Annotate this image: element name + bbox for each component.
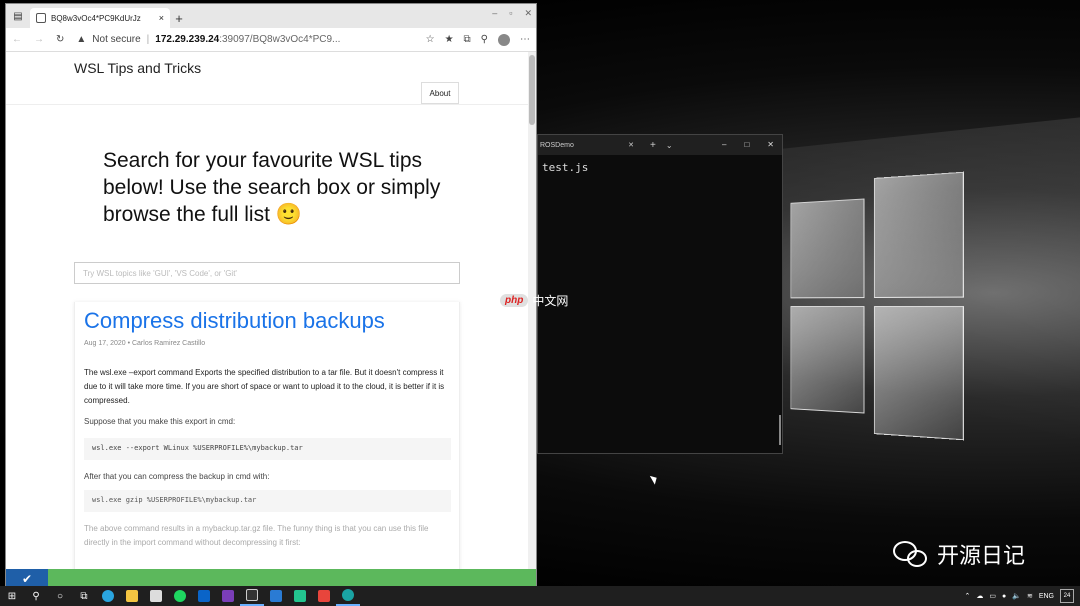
page-favicon-icon xyxy=(36,13,46,23)
outlook-icon[interactable] xyxy=(192,586,216,606)
start-windows-icon[interactable]: ⊞ xyxy=(0,586,24,606)
network-icon[interactable]: ▭ xyxy=(989,592,996,600)
wechat-account-name: 开源日记 xyxy=(937,538,1025,570)
security-label: Not secure xyxy=(92,34,140,45)
terminal-close-icon[interactable]: ✕ xyxy=(767,140,774,149)
terminal-dropdown-icon[interactable]: ⌄ xyxy=(666,141,673,150)
tab-actions-icon[interactable]: ▤ xyxy=(6,4,30,28)
terminal-minimize-icon[interactable]: – xyxy=(722,140,726,149)
close-icon[interactable]: ✕ xyxy=(524,8,532,19)
extensions-icon[interactable]: ⚲ xyxy=(481,34,488,46)
forward-arrow-icon[interactable]: → xyxy=(34,34,44,45)
warning-icon[interactable]: ▲ xyxy=(76,34,86,45)
php-watermark: php 中文网 xyxy=(500,292,568,309)
terminal-window-controls: – □ ✕ xyxy=(722,140,774,149)
volume-icon[interactable]: 🔈 xyxy=(1012,592,1021,600)
checkmark-icon: ✔ xyxy=(6,569,48,587)
collections-icon[interactable]: ⧉ xyxy=(464,34,471,46)
notification-bar: ✔ xyxy=(6,569,537,587)
terminal-tab-bar: ROSDemo ✕ + ⌄ – □ ✕ xyxy=(538,135,782,155)
scrollbar-thumb[interactable] xyxy=(529,55,535,125)
back-arrow-icon[interactable]: ← xyxy=(12,34,22,45)
post-paragraph-1: The wsl.exe –export command Exports the … xyxy=(84,366,454,408)
cortana-icon[interactable]: ○ xyxy=(48,586,72,606)
new-tab-button[interactable]: + xyxy=(170,8,188,28)
browser-tab-bar: ▤ BQ8w3vOc4*PC9KdUrJz × + – ▫ ✕ xyxy=(6,4,536,28)
browser-tab-active[interactable]: BQ8w3vOc4*PC9KdUrJz × xyxy=(30,8,170,28)
favorites-icon[interactable]: ★ xyxy=(445,34,454,46)
store-icon[interactable] xyxy=(144,586,168,606)
php-logo: php xyxy=(500,294,528,307)
hero-text: Search for your favourite WSL tips below… xyxy=(103,147,443,228)
web-page-content: WSL Tips and Tricks About Search for you… xyxy=(6,52,536,587)
file-explorer-icon[interactable] xyxy=(120,586,144,606)
browser-window[interactable]: ▤ BQ8w3vOc4*PC9KdUrJz × + – ▫ ✕ ← → ↻ ▲ … xyxy=(5,3,537,587)
code-block-gzip: wsl.exe gzip %USERPROFILE%\mybackup.tar xyxy=(84,490,451,512)
jetbrains-icon[interactable] xyxy=(312,586,336,606)
post-meta: Aug 17, 2020 • Carlos Ramirez Castillo xyxy=(84,340,205,347)
terminal-window[interactable]: ROSDemo ✕ + ⌄ – □ ✕ test.js xyxy=(537,134,783,454)
post-title-link[interactable]: Compress distribution backups xyxy=(84,308,385,334)
windows-logo-wallpaper xyxy=(790,172,963,441)
browser-window-controls: – ▫ ✕ xyxy=(492,8,532,19)
code-block-export: wsl.exe --export WLinux %USERPROFILE%\my… xyxy=(84,438,451,460)
nav-about-link[interactable]: About xyxy=(421,82,459,104)
terminal-line: test.js xyxy=(542,161,778,174)
terminal-new-tab-button[interactable]: + xyxy=(650,140,656,151)
terminal-tab-close-icon[interactable]: ✕ xyxy=(628,141,634,149)
minimize-icon[interactable]: – xyxy=(492,8,497,19)
microphone-icon[interactable]: ● xyxy=(1002,593,1006,600)
language-indicator[interactable]: ENG xyxy=(1039,593,1054,600)
search-icon[interactable]: ⚲ xyxy=(24,586,48,606)
edge-beta-icon[interactable] xyxy=(336,586,360,606)
page-scrollbar[interactable] xyxy=(528,52,536,587)
post-paragraph-2: Suppose that you make this export in cmd… xyxy=(84,417,235,426)
maximize-icon[interactable]: ▫ xyxy=(509,8,512,19)
browser-tab-title: BQ8w3vOc4*PC9KdUrJz xyxy=(51,14,141,23)
toolbar-buttons: ☆ ★ ⧉ ⚲ ⋯ xyxy=(426,34,530,46)
terminal-tab[interactable]: ROSDemo ✕ xyxy=(540,141,640,149)
address-bar[interactable]: ▲ Not secure | 172.29.239.24:39097/BQ8w3… xyxy=(76,34,413,45)
post-paragraph-4: The above command results in a mybackup.… xyxy=(84,522,454,550)
address-separator: | xyxy=(147,34,150,45)
vscode-icon[interactable] xyxy=(264,586,288,606)
more-menu-icon[interactable]: ⋯ xyxy=(520,34,530,46)
tray-chevron-up-icon[interactable]: ⌃ xyxy=(965,592,971,600)
url-path: :39097/BQ8w3vOc4*PC9... xyxy=(219,34,340,45)
site-title[interactable]: WSL Tips and Tricks xyxy=(74,60,201,76)
wechat-icon xyxy=(893,539,929,569)
system-tray: ⌃ ☁ ▭ ● 🔈 ≋ ENG 24 xyxy=(965,589,1080,603)
edge-icon[interactable] xyxy=(96,586,120,606)
php-site-text: 中文网 xyxy=(532,292,568,309)
terminal-tab-title: ROSDemo xyxy=(540,142,574,149)
url-host: 172.29.239.24 xyxy=(155,34,219,45)
terminal-scrollbar[interactable] xyxy=(779,415,781,445)
browser-toolbar: ← → ↻ ▲ Not secure | 172.29.239.24:39097… xyxy=(6,28,536,52)
clion-icon[interactable] xyxy=(288,586,312,606)
terminal-maximize-icon[interactable]: □ xyxy=(744,140,749,149)
onedrive-icon[interactable]: ☁ xyxy=(976,592,983,600)
profile-avatar[interactable] xyxy=(498,34,510,46)
search-input[interactable]: Try WSL topics like 'GUI', 'VS Code', or… xyxy=(74,262,460,284)
terminal-taskbar-icon[interactable] xyxy=(240,586,264,606)
task-view-icon[interactable]: ⧉ xyxy=(72,586,96,606)
wifi-icon[interactable]: ≋ xyxy=(1027,592,1033,600)
terminal-output[interactable]: test.js xyxy=(538,155,782,180)
favorite-star-icon[interactable]: ☆ xyxy=(426,34,435,46)
header-divider xyxy=(6,104,528,105)
post-paragraph-3: After that you can compress the backup i… xyxy=(84,472,269,481)
notification-center-badge[interactable]: 24 xyxy=(1060,589,1074,603)
refresh-icon[interactable]: ↻ xyxy=(56,34,64,45)
post-card: Compress distribution backups Aug 17, 20… xyxy=(74,302,460,587)
spotify-icon[interactable] xyxy=(168,586,192,606)
taskbar: ⊞ ⚲ ○ ⧉ ⌃ ☁ ▭ ● 🔈 ≋ ENG 24 xyxy=(0,586,1080,606)
close-tab-icon[interactable]: × xyxy=(159,13,164,23)
onenote-icon[interactable] xyxy=(216,586,240,606)
wechat-watermark: 开源日记 xyxy=(893,538,1025,570)
